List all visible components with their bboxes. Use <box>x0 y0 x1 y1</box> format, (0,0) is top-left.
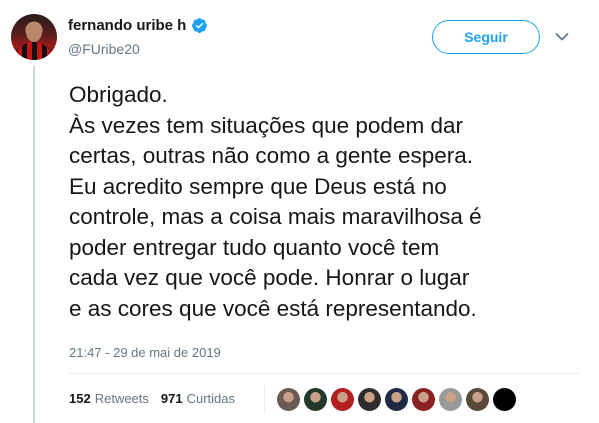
avatar-shirt <box>17 42 51 60</box>
likers-list <box>264 386 520 412</box>
follow-button[interactable]: Seguir <box>432 20 540 54</box>
tweet-text: Obrigado. Às vezes tem situações que pod… <box>69 80 569 324</box>
liker-avatar[interactable] <box>331 387 354 411</box>
tweet-text-line: Eu acredito sempre que Deus está no <box>69 173 447 199</box>
tweet-timestamp[interactable]: 21:47 - 29 de mai de 2019 <box>69 345 221 360</box>
tweet-text-line: Às vezes tem situações que podem dar <box>69 112 463 138</box>
retweets-stat[interactable]: 152 Retweets <box>69 391 149 406</box>
liker-avatar[interactable] <box>493 387 516 411</box>
tweet-text-line: cada vez que você pode. Honrar o lugar <box>69 265 470 290</box>
tweet-text-line: e as cores que você está representando. <box>69 295 477 321</box>
user-handle[interactable]: @FUribe20 <box>68 41 140 57</box>
likes-count: 971 <box>160 391 183 406</box>
retweets-label: Retweets <box>94 391 149 406</box>
tweet-text-line: poder entregar tudo quanto você tem <box>69 234 440 260</box>
name-row: fernando uribe h <box>68 17 208 34</box>
tweet-stats: 152 Retweets 971 Curtidas <box>69 391 235 406</box>
tweet-card: fernando uribe h @FUribe20 Seguir Obriga… <box>0 0 599 423</box>
liker-avatar[interactable] <box>304 387 327 411</box>
tweet-text-line: certas, outras não como a gente espera. <box>69 143 473 168</box>
tweet-text-line: controle, mas a coisa mais maravilhosa é <box>69 204 482 229</box>
liker-avatar[interactable] <box>412 387 435 411</box>
avatar[interactable] <box>11 14 57 60</box>
liker-avatar[interactable] <box>466 387 489 411</box>
likes-stat[interactable]: 971 Curtidas <box>161 391 235 406</box>
divider <box>69 373 579 374</box>
liker-avatar[interactable] <box>277 387 300 411</box>
likes-label: Curtidas <box>186 391 236 406</box>
tweet-text-line: Obrigado. <box>69 82 168 107</box>
avatar-face <box>26 22 42 42</box>
liker-avatar[interactable] <box>358 387 381 411</box>
thread-line <box>33 66 35 423</box>
verified-badge-icon <box>192 18 208 33</box>
chevron-down-icon[interactable] <box>555 32 569 42</box>
liker-avatar[interactable] <box>385 387 408 411</box>
liker-avatar[interactable] <box>439 387 462 411</box>
display-name[interactable]: fernando uribe h <box>68 17 186 34</box>
retweets-count: 152 <box>69 391 91 406</box>
